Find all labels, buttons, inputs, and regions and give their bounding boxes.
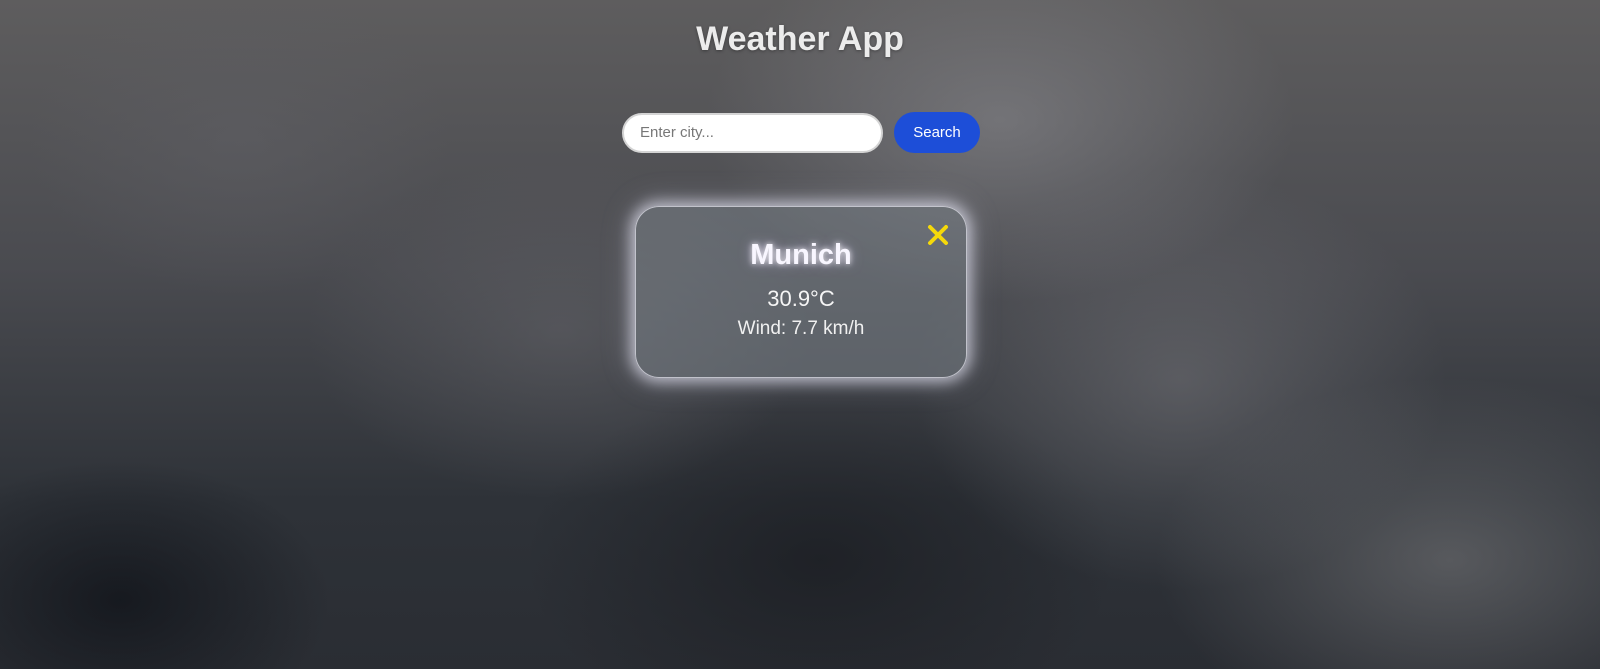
weather-card: Munich 30.9°C Wind: 7.7 km/h [635,206,967,378]
page-title: Weather App [696,20,904,58]
temperature: 30.9°C [767,286,835,311]
city-search-input[interactable] [622,112,883,153]
search-button[interactable]: Search [894,112,980,153]
wind-speed: Wind: 7.7 km/h [737,318,865,339]
city-name: Munich [750,239,852,271]
close-icon[interactable] [926,223,950,247]
search-bar: Search [622,112,980,153]
